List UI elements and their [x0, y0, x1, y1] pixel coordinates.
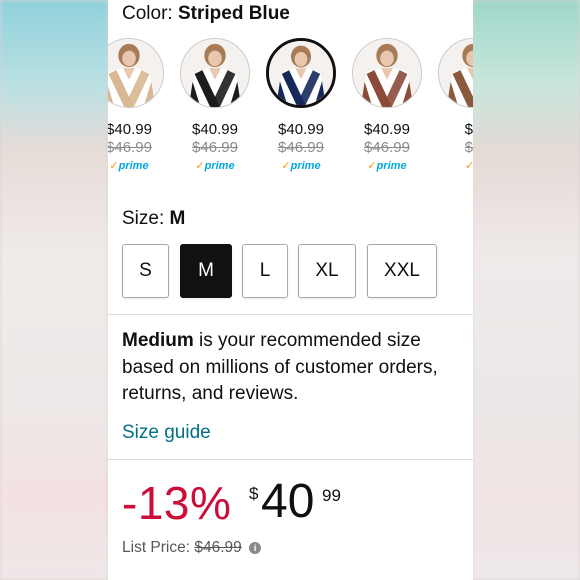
- swatch-list-price: $46.99: [192, 139, 238, 156]
- prime-check-icon: ✓: [465, 160, 473, 172]
- prime-check-icon: ✓: [109, 160, 119, 172]
- list-price: List Price: $46.99 i: [122, 539, 262, 557]
- swatch-image[interactable]: [180, 38, 250, 108]
- swatch-price: $40.99: [278, 121, 324, 138]
- price-whole: 40: [261, 475, 315, 528]
- color-swatch-selected[interactable]: $40.99 $46.99 ✓prime: [258, 38, 344, 172]
- size-label: Size:: [122, 208, 165, 229]
- prime-badge: ✓prime: [195, 160, 235, 172]
- prime-badge: ✓p: [430, 159, 473, 172]
- color-swatch[interactable]: $40.99 $46.99 ✓prime: [172, 38, 258, 172]
- size-value: M: [169, 208, 186, 229]
- size-selection-label: Size: M: [122, 208, 185, 230]
- color-value: Striped Blue: [177, 3, 290, 24]
- size-option-m[interactable]: M: [180, 244, 232, 298]
- price-currency: $: [249, 484, 259, 503]
- size-guide-link[interactable]: Size guide: [122, 422, 211, 444]
- prime-badge: ✓prime: [109, 160, 149, 172]
- size-option-xxl[interactable]: XXL: [367, 244, 437, 298]
- color-swatch-row: $40.99 $46.99 ✓prime $40.99 $46.99 ✓prim…: [108, 38, 473, 178]
- color-selection-label: Color: Striped Blue: [122, 3, 290, 25]
- size-recommendation: Medium is your recommended size based on…: [122, 328, 467, 408]
- prime-check-icon: ✓: [281, 160, 291, 172]
- background-left: [0, 0, 108, 580]
- divider: [108, 314, 473, 315]
- list-price-label: List Price:: [122, 539, 191, 556]
- background-right: [472, 0, 580, 580]
- swatch-price: $40.99: [364, 121, 410, 138]
- swatch-price: $40.99: [192, 121, 238, 138]
- size-option-l[interactable]: L: [242, 244, 288, 298]
- info-icon[interactable]: i: [249, 542, 262, 554]
- swatch-image[interactable]: [108, 38, 164, 108]
- color-swatch[interactable]: $40.99 $46.99 ✓prime: [344, 38, 430, 172]
- recommended-size: Medium: [122, 330, 194, 351]
- product-options-panel: Color: Striped Blue $40.99 $46.99 ✓prime: [108, 0, 473, 580]
- prime-check-icon: ✓: [367, 160, 377, 172]
- prime-badge: ✓prime: [281, 160, 321, 172]
- swatch-image[interactable]: [438, 38, 473, 108]
- discount-percent: -13%: [122, 477, 232, 529]
- size-option-s[interactable]: S: [122, 244, 169, 298]
- color-swatch[interactable]: $4 $4 ✓p: [430, 38, 473, 172]
- size-option-xl[interactable]: XL: [298, 244, 356, 298]
- swatch-price: $40.99: [108, 121, 152, 138]
- swatch-list-price: $46.99: [108, 139, 152, 156]
- swatch-price: $4: [464, 121, 473, 138]
- swatch-image[interactable]: [266, 38, 336, 108]
- prime-check-icon: ✓: [195, 160, 205, 172]
- swatch-list-price: $46.99: [364, 139, 410, 156]
- swatch-list-price: $46.99: [278, 139, 324, 156]
- price-fraction: 99: [322, 486, 341, 505]
- color-swatch[interactable]: $40.99 $46.99 ✓prime: [108, 38, 172, 172]
- divider: [108, 459, 473, 460]
- color-label: Color:: [122, 3, 173, 24]
- swatch-image[interactable]: [352, 38, 422, 108]
- swatch-list-price: $4: [464, 139, 473, 156]
- prime-badge: ✓prime: [367, 160, 407, 172]
- list-price-value: $46.99: [194, 539, 242, 556]
